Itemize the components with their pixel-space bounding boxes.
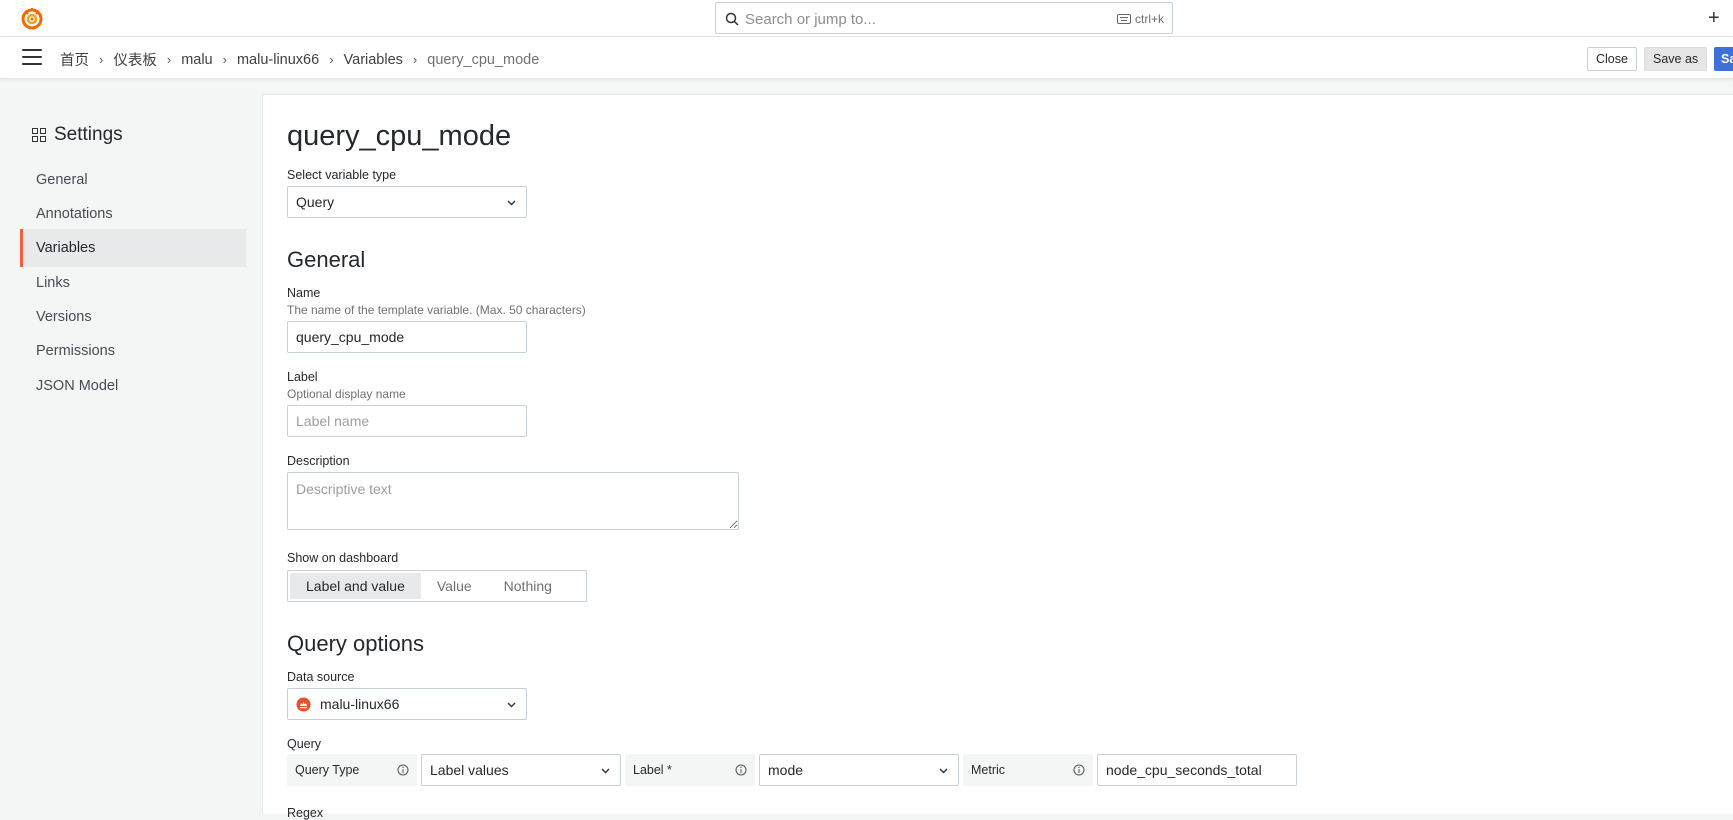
shortcut-text: ctrl+k	[1134, 12, 1164, 26]
metric-label: Metric	[963, 754, 1093, 786]
metric-label-text: Metric	[971, 763, 1006, 777]
label-field-value: mode	[768, 762, 804, 778]
query-options-heading: Query options	[287, 631, 424, 656]
sidebar-item-general[interactable]: General	[20, 161, 246, 199]
data-source-label: Data source	[287, 670, 355, 684]
sidebar-item-json-model[interactable]: JSON Model	[20, 367, 246, 405]
query-type-select[interactable]: Label values	[421, 754, 621, 786]
name-input[interactable]: query_cpu_mode	[287, 321, 527, 353]
menu-toggle-icon[interactable]	[22, 49, 42, 65]
chevron-down-icon	[939, 768, 948, 774]
query-label: Query	[287, 737, 322, 751]
breadcrumb-dashboards[interactable]: 仪表板	[113, 49, 157, 70]
sidebar-item-annotations[interactable]: Annotations	[20, 195, 246, 233]
description-label: Description	[287, 454, 350, 468]
option-label-and-value[interactable]: Label and value	[290, 573, 421, 599]
sidebar-item-versions[interactable]: Versions	[20, 298, 246, 336]
grid-icon	[32, 128, 46, 142]
chevron-right-icon: ›	[222, 52, 227, 67]
info-icon[interactable]	[397, 764, 409, 776]
variable-editor: query_cpu_mode Select variable type Quer…	[262, 94, 1733, 820]
show-on-dashboard-label: Show on dashboard	[287, 551, 399, 565]
settings-title: Settings	[54, 124, 123, 145]
search-placeholder: Search or jump to...	[745, 11, 876, 28]
label-description: Optional display name	[287, 387, 406, 401]
general-heading: General	[287, 247, 366, 272]
breadcrumb-folder[interactable]: malu	[181, 52, 212, 68]
prometheus-icon	[296, 697, 311, 712]
settings-sidebar: Settings General Annotations Variables L…	[4, 94, 262, 814]
data-source-value: malu-linux66	[320, 696, 400, 712]
settings-heading: Settings	[32, 124, 123, 146]
info-icon[interactable]	[1073, 764, 1085, 776]
chevron-right-icon: ›	[99, 52, 104, 67]
option-value[interactable]: Value	[421, 573, 488, 599]
page-title: query_cpu_mode	[287, 120, 512, 152]
metric-input[interactable]: node_cpu_seconds_total	[1097, 754, 1297, 786]
shortcut-hint: ctrl+k	[1116, 12, 1164, 26]
chevron-right-icon: ›	[329, 52, 334, 67]
nav-bar: 首页 › 仪表板 › malu › malu-linux66 › Variabl…	[0, 37, 1733, 79]
search-icon	[725, 12, 739, 26]
query-type-value: Label values	[430, 762, 509, 778]
description-textarea[interactable]	[287, 472, 739, 530]
chevron-down-icon	[507, 200, 516, 206]
add-icon[interactable]: +	[1708, 8, 1720, 28]
chevron-down-icon	[601, 768, 610, 774]
query-type-label-text: Query Type	[295, 763, 360, 777]
search-bar[interactable]: Search or jump to... ctrl+k	[715, 2, 1173, 34]
breadcrumb-dashboard[interactable]: malu-linux66	[237, 52, 319, 68]
data-source-select[interactable]: malu-linux66	[287, 688, 527, 720]
keyboard-icon	[1116, 14, 1131, 24]
name-description: The name of the template variable. (Max.…	[287, 303, 586, 317]
variable-type-select[interactable]: Query	[287, 186, 527, 218]
label-field-label: Label *	[625, 754, 755, 786]
sidebar-item-links[interactable]: Links	[20, 264, 246, 302]
name-label: Name	[287, 286, 321, 300]
option-nothing[interactable]: Nothing	[488, 573, 568, 599]
chevron-down-icon	[507, 702, 516, 708]
regex-label: Regex	[287, 806, 324, 820]
variable-type-label: Select variable type	[287, 168, 397, 182]
variable-type-value: Query	[296, 194, 335, 210]
breadcrumb-current: query_cpu_mode	[427, 51, 540, 68]
label-input[interactable]: Label name	[287, 405, 527, 437]
sidebar-item-variables[interactable]: Variables	[20, 229, 246, 267]
chevron-right-icon: ›	[166, 52, 172, 67]
show-on-dashboard-radio: Label and value Value Nothing	[287, 570, 587, 602]
save-dashboard-button[interactable]: Save dashboard	[1714, 47, 1733, 71]
close-button[interactable]: Close	[1587, 47, 1637, 71]
grafana-logo-icon[interactable]	[20, 6, 44, 30]
breadcrumb: 首页 › 仪表板 › malu › malu-linux66 › Variabl…	[60, 49, 539, 70]
top-bar: Search or jump to... ctrl+k +	[0, 0, 1733, 37]
chevron-right-icon: ›	[412, 52, 418, 67]
label-field-label-text: Label *	[633, 763, 672, 777]
label-label: Label	[287, 370, 318, 384]
label-field-select[interactable]: mode	[759, 754, 959, 786]
sidebar-item-permissions[interactable]: Permissions	[20, 332, 246, 370]
breadcrumb-variables[interactable]: Variables	[344, 52, 403, 68]
query-type-label: Query Type	[287, 754, 417, 786]
query-editor-row: Query Type Label values Label * mode Met…	[287, 754, 1297, 786]
breadcrumb-home[interactable]: 首页	[60, 49, 89, 70]
info-icon[interactable]	[735, 764, 747, 776]
save-as-button[interactable]: Save as	[1644, 47, 1708, 71]
